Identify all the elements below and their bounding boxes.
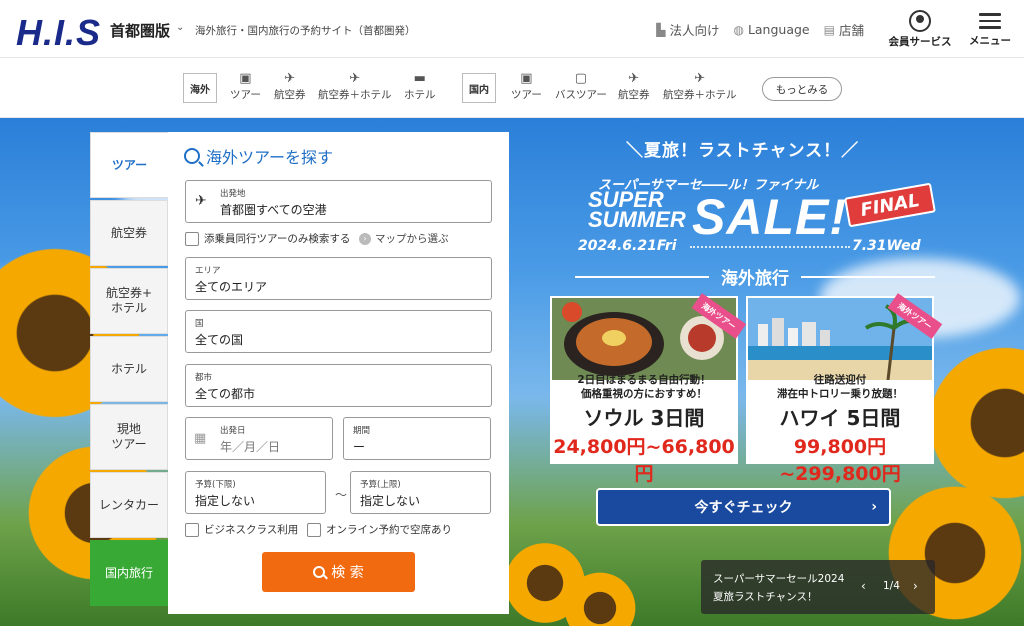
- promo-date-line: [690, 246, 850, 248]
- price-range: 99,800円~299,800円: [779, 436, 901, 485]
- globe-icon: ◍: [733, 22, 744, 37]
- banner-carousel-control: スーパーサマーセール2024 夏旅ラストチャンス！ ‹ 1/4 ›: [701, 560, 935, 614]
- carousel-subtitle: 夏旅ラストチャンス！: [713, 591, 818, 603]
- search-category-tabs: ツアー 航空券 航空券+ ホテル ホテル 現地 ツアー レンタカー 国内旅行: [90, 132, 168, 608]
- plane-icon: ✈: [195, 193, 207, 209]
- hamburger-icon: [979, 13, 1001, 29]
- plane-bed-icon: ✈: [694, 71, 706, 86]
- language-link[interactable]: ◍ Language: [733, 20, 809, 39]
- promo-end-date: 7.31Wed: [852, 238, 921, 254]
- budget-min-select[interactable]: 予算(下限) 指定しない: [185, 471, 326, 514]
- more-button[interactable]: もっとみる: [762, 77, 842, 101]
- country-select[interactable]: 国 全ての国: [185, 310, 492, 353]
- building-icon: ▙: [656, 22, 666, 37]
- header-links: ▙ 法人向け ◍ Language ▤ 店舗: [656, 20, 864, 39]
- budget-max-select[interactable]: 予算(上限) 指定しない: [350, 471, 491, 514]
- promo-start-date: 2024.6.21Fri: [578, 238, 677, 254]
- price-range: 24,800円~66,800円: [553, 436, 735, 485]
- check-now-button[interactable]: 今すぐチェック ›: [596, 488, 891, 526]
- store-link[interactable]: ▤ 店舗: [824, 20, 864, 39]
- category-nav: 海外 ▣ ツアー ✈ 航空券 ✈ 航空券＋ホテル ▬ ホテル 国内 ▣ ツアー ▢ バスツア…: [0, 58, 1024, 118]
- chevron-down-icon[interactable]: ⌄: [176, 22, 184, 33]
- carousel-title: スーパーサマーセール2024: [713, 573, 845, 585]
- calendar-icon: ▦: [194, 431, 207, 446]
- domestic-label: 国内: [462, 73, 496, 103]
- tab-hotel[interactable]: ホテル: [90, 336, 168, 402]
- domestic-bus-tour-link[interactable]: ▢ バスツアー: [555, 71, 607, 102]
- promo-card-hawaii[interactable]: 海外ツアー 往路送迎付 滞在中トロリー乗り放題！ ハワイ 5日間 99,800円…: [746, 293, 943, 485]
- online-availability-checkbox[interactable]: オンライン予約で空席あり: [307, 522, 452, 537]
- member-service-button[interactable]: 会員サービス: [888, 10, 952, 49]
- carousel-counter: 1/4: [883, 580, 900, 592]
- destination-title: ハワイ 5日間: [779, 406, 901, 430]
- departure-date-input[interactable]: ▦ 出発日 年／月／日: [185, 417, 333, 460]
- overseas-label: 海外: [183, 73, 217, 103]
- map-select-link[interactable]: › マップから選ぶ: [359, 231, 449, 246]
- site-header: H.I.S 首都圏版 ⌄ 海外旅行・国内旅行の予約サイト（首都圏発） ▙ 法人向け…: [0, 0, 1024, 58]
- business-class-checkbox[interactable]: ビジネスクラス利用: [185, 522, 298, 537]
- tour-search-panel: 海外ツアーを探す ✈ 出発地 首都圏すべての空港 添乗員同行ツアーのみ検索する …: [168, 132, 509, 614]
- suitcase-icon: ▣: [520, 71, 533, 86]
- promo-headline: ＼夏旅！ラストチャンス！／: [626, 141, 860, 161]
- site-tagline: 海外旅行・国内旅行の予約サイト（首都圏発）: [195, 25, 416, 37]
- city-select[interactable]: 都市 全ての都市: [185, 364, 492, 407]
- tab-tour[interactable]: ツアー: [90, 132, 168, 198]
- range-separator: 〜: [335, 488, 348, 502]
- overseas-tour-link[interactable]: ▣ ツアー: [230, 71, 261, 102]
- corporate-link[interactable]: ▙ 法人向け: [656, 20, 719, 39]
- overseas-flight-link[interactable]: ✈ 航空券: [274, 71, 306, 102]
- period-select[interactable]: 期間 ー: [343, 417, 491, 460]
- promo-super-summer: SUPER SUMMER: [588, 187, 686, 232]
- departure-field[interactable]: ✈ 出発地 首都圏すべての空港: [185, 180, 492, 223]
- tab-local-tour[interactable]: 現地 ツアー: [90, 404, 168, 470]
- tab-rental-car[interactable]: レンタカー: [90, 472, 168, 538]
- chevron-left-icon[interactable]: ‹: [861, 579, 866, 593]
- tab-flight[interactable]: 航空券: [90, 200, 168, 266]
- overseas-flight-hotel-link[interactable]: ✈ 航空券＋ホテル: [318, 71, 392, 102]
- overseas-hotel-link[interactable]: ▬ ホテル: [404, 71, 436, 102]
- member-service-label: 会員サービス: [888, 36, 952, 48]
- tab-flight-hotel[interactable]: 航空券+ ホテル: [90, 268, 168, 334]
- promo-section-title: 海外旅行: [575, 264, 935, 289]
- plane-icon: ✈: [628, 71, 640, 86]
- domestic-tour-link[interactable]: ▣ ツアー: [511, 71, 542, 102]
- destination-title: ソウル 3日間: [583, 406, 705, 430]
- chevron-right-icon[interactable]: ›: [913, 579, 918, 593]
- his-logo[interactable]: H.I.S: [16, 12, 101, 54]
- search-button[interactable]: 検 索: [262, 552, 415, 592]
- menu-button[interactable]: メニュー: [966, 10, 1014, 48]
- plane-bed-icon: ✈: [349, 71, 361, 86]
- search-title: 海外ツアーを探す: [184, 144, 333, 168]
- domestic-flight-hotel-link[interactable]: ✈ 航空券＋ホテル: [663, 71, 737, 102]
- menu-label: メニュー: [969, 34, 1011, 47]
- plane-icon: ✈: [284, 71, 296, 86]
- search-icon: [313, 566, 326, 578]
- promo-sale-text: SALE!: [692, 189, 847, 245]
- store-icon: ▤: [823, 22, 835, 37]
- search-icon: [184, 148, 200, 164]
- area-select[interactable]: エリア 全てのエリア: [185, 257, 492, 300]
- domestic-flight-link[interactable]: ✈ 航空券: [618, 71, 650, 102]
- bus-icon: ▢: [574, 71, 588, 86]
- tab-domestic-travel[interactable]: 国内旅行: [90, 540, 168, 606]
- promo-card-seoul[interactable]: 海外ツアー 2日目はまるまる自由行動！ 価格重視の方におすすめ！ ソウル 3日間…: [550, 293, 747, 485]
- companion-checkbox[interactable]: 添乗員同行ツアーのみ検索する: [185, 231, 350, 246]
- user-icon: [909, 10, 931, 32]
- chevron-right-icon: ›: [871, 499, 877, 515]
- region-selector[interactable]: 首都圏版: [110, 20, 170, 41]
- bed-icon: ▬: [413, 71, 426, 86]
- suitcase-icon: ▣: [239, 71, 252, 86]
- chevron-right-icon: ›: [359, 232, 371, 245]
